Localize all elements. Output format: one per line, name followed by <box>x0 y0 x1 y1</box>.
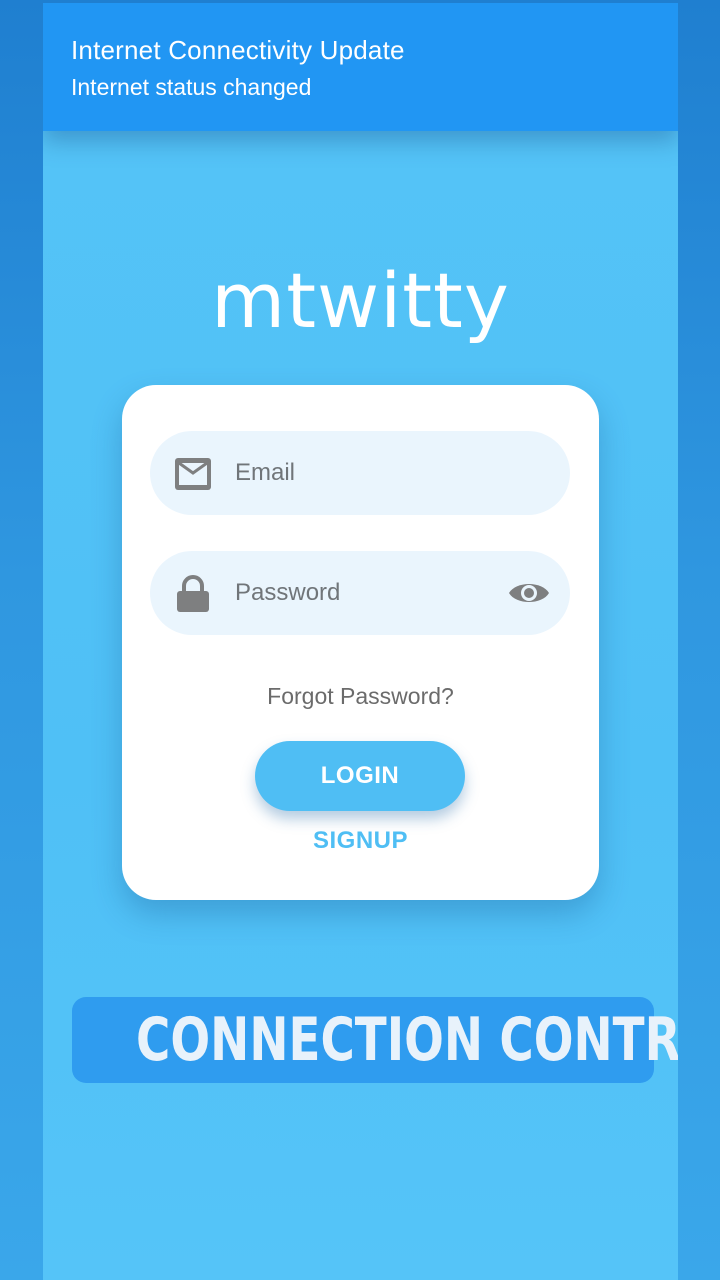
notification-banner[interactable]: Internet Connectivity Update Internet st… <box>43 3 678 131</box>
forgot-password-link[interactable]: Forgot Password? <box>122 683 599 710</box>
eye-icon[interactable] <box>508 576 550 610</box>
app-screen: Internet Connectivity Update Internet st… <box>43 3 678 1280</box>
email-field[interactable] <box>150 431 570 515</box>
mail-icon <box>175 458 211 490</box>
email-input[interactable] <box>235 459 495 487</box>
signup-button[interactable]: SIGNUP <box>122 827 599 855</box>
caption-banner: CONNECTION CONTROL <box>72 997 678 1083</box>
notification-title: Internet Connectivity Update <box>71 35 405 65</box>
caption-text: CONNECTION CONTROL <box>136 1005 678 1075</box>
password-input[interactable] <box>235 579 495 607</box>
login-card: Forgot Password? LOGIN SIGNUP <box>122 385 599 900</box>
lock-icon <box>177 575 209 612</box>
app-logo-text: mtwitty <box>211 256 510 345</box>
notification-subtitle: Internet status changed <box>71 74 312 100</box>
login-button[interactable]: LOGIN <box>255 741 465 811</box>
password-field[interactable] <box>150 551 570 635</box>
